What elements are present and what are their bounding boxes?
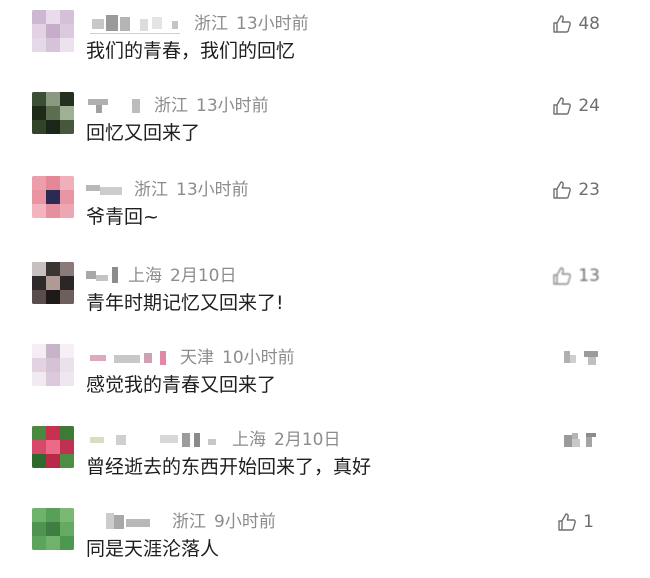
comment-location: 上海 [232, 430, 266, 450]
comment-time: 9小时前 [214, 512, 276, 532]
blurred-username[interactable] [86, 511, 164, 533]
comment-meta: 浙江 9小时前 [86, 511, 276, 533]
comment-location: 浙江 [194, 14, 228, 34]
comment-time: 13小时前 [176, 180, 249, 200]
like-count: 48 [578, 14, 600, 34]
comment-text: 回忆又回来了 [86, 122, 201, 144]
like-count: 23 [578, 180, 600, 200]
blurred-username[interactable] [86, 347, 172, 369]
comment-time: 2月10日 [274, 430, 341, 450]
comment-text: 青年时期记忆又回来了! [86, 292, 284, 314]
comment-time: 10小时前 [222, 348, 295, 368]
like-button[interactable]: 13 [552, 265, 600, 287]
comment-location: 上海 [128, 266, 162, 286]
comment-time: 13小时前 [196, 96, 269, 116]
comment-item: 浙江 9小时前 同是天涯沦落人 1 [0, 498, 650, 578]
comment-list: 浙江 13小时前 我们的青春，我们的回忆 48 浙江 13小时前 回忆又回来了 … [0, 0, 650, 576]
comment-time: 13小时前 [236, 14, 309, 34]
comment-text: 感觉我的青春又回来了 [86, 374, 277, 396]
avatar[interactable] [32, 344, 74, 386]
like-count: 1 [583, 512, 594, 532]
comment-location: 浙江 [134, 180, 168, 200]
thumbs-up-icon [558, 513, 577, 531]
comment-text: 爷青回~ [86, 206, 159, 228]
comment-item: 上海 2月10日 青年时期记忆又回来了! 13 [0, 252, 650, 332]
comment-meta: 天津 10小时前 [86, 347, 295, 369]
avatar[interactable] [32, 262, 74, 304]
avatar[interactable] [32, 92, 74, 134]
comment-location: 天津 [180, 348, 214, 368]
comment-item: 浙江 13小时前 回忆又回来了 24 [0, 82, 650, 162]
avatar[interactable] [32, 508, 74, 550]
comment-text: 我们的青春，我们的回忆 [86, 40, 296, 62]
like-button[interactable]: 48 [552, 13, 600, 35]
comment-text: 同是天涯沦落人 [86, 538, 220, 560]
blurred-username[interactable] [86, 179, 126, 201]
comment-location: 浙江 [154, 96, 188, 116]
comment-meta: 上海 2月10日 [86, 429, 340, 451]
like-button[interactable] [562, 347, 600, 369]
like-count: 13 [578, 266, 600, 286]
avatar[interactable] [32, 426, 74, 468]
like-button[interactable] [562, 429, 600, 451]
thumbs-up-icon [553, 97, 572, 115]
comment-meta: 浙江 13小时前 [86, 95, 269, 117]
avatar[interactable] [32, 176, 74, 218]
comment-meta: 浙江 13小时前 [86, 13, 309, 35]
blurred-username[interactable] [86, 13, 186, 35]
comment-time: 2月10日 [170, 266, 237, 286]
comment-meta: 浙江 13小时前 [86, 179, 249, 201]
like-button[interactable]: 24 [552, 95, 600, 117]
blurred-username[interactable] [86, 265, 120, 287]
thumbs-up-icon [553, 267, 572, 285]
comment-item: 天津 10小时前 感觉我的青春又回来了 [0, 334, 650, 414]
comment-text: 曾经逝去的东西开始回来了，真好 [86, 456, 372, 478]
blurred-like-count [562, 347, 600, 369]
thumbs-up-icon [553, 15, 572, 33]
comment-location: 浙江 [172, 512, 206, 532]
blurred-username[interactable] [86, 95, 146, 117]
comment-item: 上海 2月10日 曾经逝去的东西开始回来了，真好 [0, 416, 650, 496]
like-button[interactable]: 23 [552, 179, 600, 201]
comment-item: 浙江 13小时前 爷青回~ 23 [0, 166, 650, 246]
blurred-username[interactable] [86, 429, 224, 451]
comment-item: 浙江 13小时前 我们的青春，我们的回忆 48 [0, 0, 650, 80]
comment-meta: 上海 2月10日 [86, 265, 236, 287]
like-button[interactable]: 1 [557, 511, 594, 533]
avatar[interactable] [32, 10, 74, 52]
thumbs-up-icon [553, 181, 572, 199]
blurred-like-count [562, 429, 600, 451]
like-count: 24 [578, 96, 600, 116]
